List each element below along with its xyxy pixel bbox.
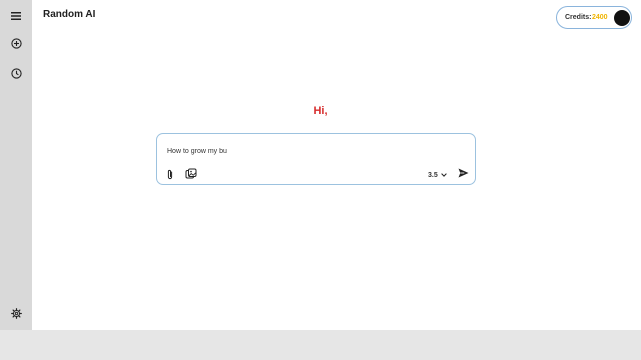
- history-button[interactable]: [6, 63, 26, 83]
- history-clock-icon: [10, 67, 22, 79]
- prompt-composer: 3.5: [156, 133, 476, 185]
- new-chat-plus-icon: [10, 37, 22, 49]
- sidebar: [0, 0, 32, 330]
- credits-badge[interactable]: Credits: 2400: [556, 6, 632, 29]
- app-title: Random AI: [43, 9, 96, 20]
- avatar[interactable]: [614, 10, 630, 26]
- image-tools-button[interactable]: [184, 167, 197, 180]
- menu-button[interactable]: [6, 6, 26, 26]
- send-button[interactable]: [457, 167, 469, 179]
- model-selector[interactable]: 3.5: [428, 170, 447, 180]
- hamburger-menu-icon: [11, 12, 21, 20]
- settings-button[interactable]: [6, 303, 26, 323]
- prompt-input[interactable]: [167, 145, 407, 157]
- send-arrow-icon: [458, 168, 468, 178]
- model-version: 3.5: [428, 171, 438, 179]
- new-chat-button[interactable]: [6, 33, 26, 53]
- app-main: Random AI Credits: 2400 Hi, 3.5: [0, 0, 641, 330]
- paperclip-icon: [167, 169, 173, 179]
- attach-button[interactable]: [164, 168, 176, 180]
- credits-value: 2400: [592, 14, 608, 21]
- greeting-text: Hi,: [313, 105, 328, 117]
- chevron-down-icon: [440, 173, 447, 177]
- credits-label: Credits:: [565, 14, 592, 21]
- image-gallery-icon: [185, 168, 196, 178]
- settings-gear-icon: [10, 307, 22, 319]
